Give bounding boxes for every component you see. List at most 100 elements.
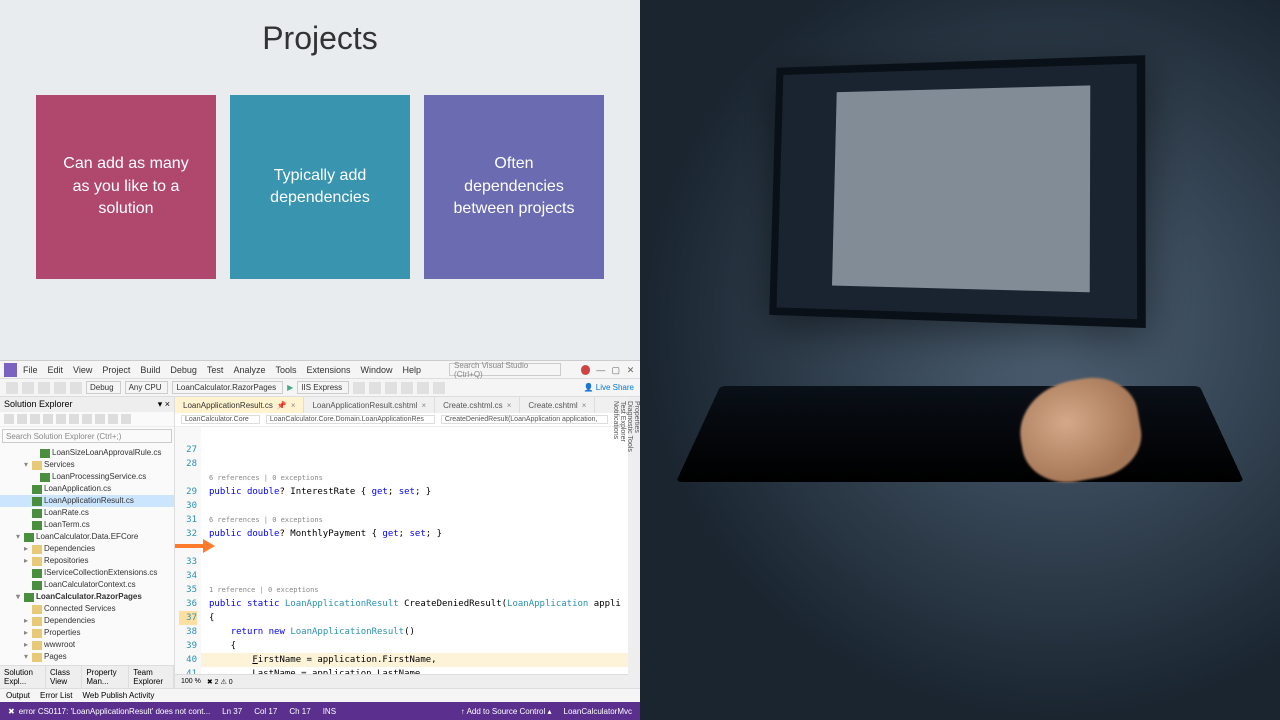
tab-close-icon[interactable]: × (421, 401, 426, 410)
menu-window[interactable]: Window (361, 365, 393, 375)
execution-arrow-icon (175, 539, 223, 553)
tree-node[interactable]: ▸Dependencies (0, 615, 174, 627)
status-col: Col 17 (254, 707, 277, 716)
nav-fwd-icon[interactable] (22, 382, 34, 394)
editor-tab[interactable]: LoanApplicationResult.cshtml × (304, 397, 435, 413)
tree-node[interactable]: LoanRate.cs (0, 507, 174, 519)
maximize-icon[interactable]: ▢ (611, 365, 620, 375)
status-error[interactable]: ✖ error CS0117: 'LoanApplicationResult' … (8, 707, 210, 716)
editor-breadcrumb[interactable]: LoanCalculator.Core LoanCalculator.Core.D… (175, 413, 628, 427)
zoom-level[interactable]: 100 % (181, 678, 201, 685)
sidebar-tab[interactable]: Solution Expl... (0, 666, 46, 688)
card-2: Typically add dependencies (230, 95, 410, 279)
save-all-icon[interactable] (54, 382, 66, 394)
tree-node[interactable]: ▸Dependencies (0, 543, 174, 555)
breadcrumb-item[interactable]: LoanCalculator.Core.Domain.LoanApplicati… (266, 415, 435, 424)
platform-dropdown[interactable]: Any CPU (125, 381, 169, 394)
editor-status: 100 % ✖ 2 ⚠ 0 (175, 674, 628, 688)
right-toolstrip[interactable]: Properties Diagnostic Tools Test Explore… (628, 397, 640, 688)
tab-close-icon[interactable]: × (507, 401, 512, 410)
bottom-tab[interactable]: Error List (40, 691, 72, 700)
bottom-tabs[interactable]: Output Error List Web Publish Activity (0, 688, 640, 702)
tree-node[interactable]: LoanProcessingService.cs (0, 471, 174, 483)
hero-photo (640, 0, 1280, 720)
sidebar-tab[interactable]: Class View (46, 666, 82, 688)
tree-node[interactable]: LoanTerm.cs (0, 519, 174, 531)
tool-icon[interactable] (369, 382, 381, 394)
bottom-tab[interactable]: Web Publish Activity (82, 691, 154, 700)
menu-debug[interactable]: Debug (170, 365, 197, 375)
breadcrumb-item[interactable]: LoanCalculator.Core (181, 415, 260, 424)
status-ins: INS (323, 707, 336, 716)
vs-search-input[interactable]: Search Visual Studio (Ctrl+Q) (449, 363, 561, 376)
menu-file[interactable]: File (23, 365, 38, 375)
tree-node[interactable]: ▸Repositories (0, 555, 174, 567)
menu-help[interactable]: Help (403, 365, 422, 375)
tree-node[interactable]: LoanCalculatorContext.cs (0, 579, 174, 591)
live-share-button[interactable]: 👤 Live Share (584, 383, 634, 392)
tree-node[interactable]: LoanApplicationResult.cs (0, 495, 174, 507)
tab-close-icon[interactable]: × (582, 401, 587, 410)
code-text[interactable]: 6 references | 0 exceptionspublic double… (201, 427, 628, 674)
pin-icon[interactable]: 📌 (277, 401, 287, 410)
source-control-button[interactable]: ↑ Add to Source Control ▴ (461, 707, 552, 716)
breadcrumb-item[interactable]: CreateDeniedResult(LoanApplication appli… (441, 415, 609, 424)
tree-node[interactable]: ▸wwwroot (0, 639, 174, 651)
sidebar-tab[interactable]: Team Explorer (129, 666, 174, 688)
tab-close-icon[interactable]: × (291, 401, 296, 410)
toolbar: Debug Any CPU LoanCalculator.RazorPages … (0, 379, 640, 397)
editor-tab[interactable]: LoanApplicationResult.cs 📌 × (175, 397, 304, 413)
undo-icon[interactable] (70, 382, 82, 394)
panel-controls[interactable]: ▾ × (158, 399, 170, 410)
menu-analyze[interactable]: Analyze (233, 365, 265, 375)
minimize-icon[interactable]: — (596, 365, 605, 375)
menu-tools[interactable]: Tools (275, 365, 296, 375)
tree-node[interactable]: ▾LoanCalculator.RazorPages (0, 591, 174, 603)
repo-name[interactable]: LoanCalculatorMvc (564, 707, 632, 716)
solution-explorer-search[interactable]: Search Solution Explorer (Ctrl+;) (2, 429, 172, 443)
solution-explorer-toolbar[interactable] (0, 412, 174, 427)
editor-tabs[interactable]: LoanApplicationResult.cs 📌 ×LoanApplicat… (175, 397, 628, 413)
tree-node[interactable]: ▾Pages (0, 651, 174, 663)
toolstrip-tab[interactable]: Properties (633, 401, 640, 684)
menu-items[interactable]: File Edit View Project Build Debug Test Analyze… (23, 365, 431, 375)
tree-node[interactable]: ▾Services (0, 459, 174, 471)
menu-test[interactable]: Test (207, 365, 224, 375)
config-dropdown[interactable]: Debug (86, 381, 121, 394)
close-icon[interactable]: ✕ (627, 365, 636, 375)
menu-view[interactable]: View (73, 365, 92, 375)
tree-node[interactable]: IServiceCollectionExtensions.cs (0, 567, 174, 579)
tool-icon[interactable] (433, 382, 445, 394)
menu-project[interactable]: Project (102, 365, 130, 375)
save-icon[interactable] (38, 382, 50, 394)
sidebar-tab[interactable]: Property Man... (82, 666, 129, 688)
tool-icon[interactable] (401, 382, 413, 394)
menu-edit[interactable]: Edit (47, 365, 63, 375)
solution-explorer-title: Solution Explorer (4, 399, 73, 410)
tree-node[interactable]: LoanSizeLoanApprovalRule.cs (0, 447, 174, 459)
startup-dropdown[interactable]: LoanCalculator.RazorPages (172, 381, 283, 394)
sidebar-tabs[interactable]: Solution Expl...Class ViewProperty Man..… (0, 665, 174, 688)
tool-icon[interactable] (417, 382, 429, 394)
tool-icon[interactable] (353, 382, 365, 394)
tree-node[interactable]: Connected Services (0, 603, 174, 615)
nav-back-icon[interactable] (6, 382, 18, 394)
menu-extensions[interactable]: Extensions (306, 365, 350, 375)
editor-tab[interactable]: Create.cshtml × (520, 397, 595, 413)
slide-cards: Can add as many as you like to a solutio… (36, 95, 604, 279)
code-editor: LoanApplicationResult.cs 📌 ×LoanApplicat… (175, 397, 628, 688)
error-warn-summary[interactable]: ✖ 2 ⚠ 0 (207, 678, 233, 686)
bottom-tab[interactable]: Output (6, 691, 30, 700)
solution-tree[interactable]: LoanSizeLoanApprovalRule.cs▾ServicesLoan… (0, 445, 174, 665)
play-icon[interactable]: ▶ (287, 383, 293, 392)
status-bar: ✖ error CS0117: 'LoanApplicationResult' … (0, 702, 640, 720)
tool-icon[interactable] (385, 382, 397, 394)
tree-node[interactable]: ▾LoanCalculator.Data.EFCore (0, 531, 174, 543)
tree-node[interactable]: ▸Properties (0, 627, 174, 639)
run-dropdown[interactable]: IIS Express (297, 381, 349, 394)
vs-logo-icon (4, 363, 17, 377)
editor-tab[interactable]: Create.cshtml.cs × (435, 397, 520, 413)
menu-build[interactable]: Build (140, 365, 160, 375)
tree-node[interactable]: LoanApplication.cs (0, 483, 174, 495)
code-area[interactable]: 2728 29303132 33343536373839404142434445… (175, 427, 628, 674)
